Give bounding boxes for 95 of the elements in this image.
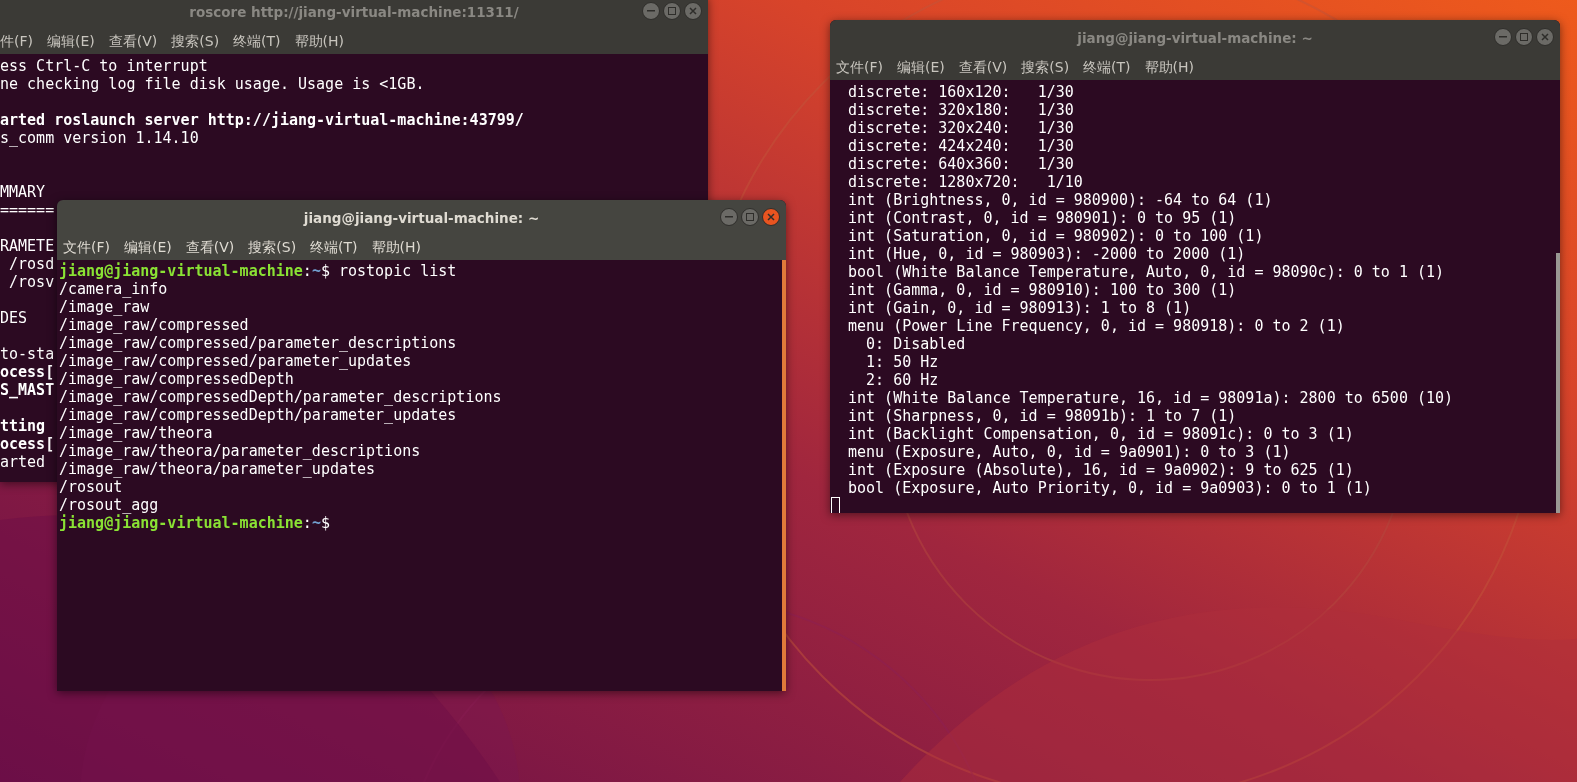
maximize-button[interactable] — [741, 208, 759, 226]
terminal-line: discrete: 640x360: 1/30 — [848, 155, 1074, 173]
minimize-icon — [725, 216, 733, 218]
menu-item[interactable]: 查看(V) — [958, 58, 1014, 77]
terminal-line: discrete: 320x180: 1/30 — [848, 101, 1074, 119]
terminal-line: /image_raw/theora/parameter_descriptions — [59, 442, 421, 460]
terminal-line: int (Gain, 0, id = 980913): 1 to 8 (1) — [848, 299, 1192, 317]
menu-item[interactable]: 件(F) — [0, 32, 39, 51]
maximize-button[interactable] — [1515, 28, 1533, 46]
terminal-line: bool (Exposure, Auto Priority, 0, id = 9a0903): 0 to 1 (1) — [848, 479, 1372, 497]
minimize-button[interactable] — [642, 2, 660, 20]
close-button[interactable] — [1536, 28, 1554, 46]
terminal-line: int (Gamma, 0, id = 980910): 100 to 300 (1) — [848, 281, 1237, 299]
terminal-line: tting — [0, 417, 46, 435]
terminal-line: ocess[ — [0, 435, 55, 453]
menu-item[interactable]: 编辑(E) — [124, 238, 178, 257]
scrollbar[interactable] — [782, 260, 786, 691]
terminal-line: /image_raw/compressedDepth — [59, 370, 294, 388]
terminal-line: MMARY — [0, 183, 46, 201]
minimize-button[interactable] — [1494, 28, 1512, 46]
terminal-line: discrete: 1280x720: 1/10 — [848, 173, 1083, 191]
terminal-line: int (Exposure (Absolute), 16, id = 9a0902): 9 to 625 (1) — [848, 461, 1354, 479]
close-icon — [689, 7, 697, 15]
terminal-line: ne checking log file disk usage. Usage is <1GB. — [0, 75, 425, 93]
minimize-icon — [1499, 36, 1507, 38]
terminal-line: /image_raw/compressed/parameter_updates — [59, 352, 412, 370]
terminal-line: int (Saturation, 0, id = 980902): 0 to 100 (1) — [848, 227, 1264, 245]
terminal-line: /image_raw/compressedDepth/parameter_descriptions — [59, 388, 502, 406]
terminal-line: s_comm version 1.14.10 — [0, 129, 199, 147]
terminal-line: /image_raw/compressed — [59, 316, 249, 334]
menu-item[interactable]: 文件(F) — [836, 58, 889, 77]
menu-item[interactable]: 编辑(E) — [897, 58, 951, 77]
terminal-line: /image_raw — [59, 298, 150, 316]
terminal-line: /camera_info — [59, 280, 168, 298]
terminal-line: 2: 60 Hz — [865, 371, 939, 389]
terminal-line: discrete: 424x240: 1/30 — [848, 137, 1074, 155]
terminal-line: discrete: 320x240: 1/30 — [848, 119, 1074, 137]
maximize-icon — [668, 7, 676, 15]
terminal-line: ====== — [0, 201, 55, 219]
maximize-icon — [746, 213, 754, 221]
terminal-line: /image_raw/theora/parameter_updates — [59, 460, 376, 478]
close-button[interactable] — [762, 208, 780, 226]
terminal-line: /rosd — [8, 255, 55, 273]
terminal-line: /rosout — [59, 478, 123, 496]
close-icon — [767, 213, 775, 221]
menu-item[interactable]: 文件(F) — [63, 238, 116, 257]
maximize-icon — [1520, 33, 1528, 41]
terminal-line: /image_raw/compressedDepth/parameter_updates — [59, 406, 457, 424]
close-button[interactable] — [684, 2, 702, 20]
terminal-line: arted — [0, 453, 46, 471]
terminal-line: /image_raw/theora — [59, 424, 213, 442]
window-title: roscore http://jiang-virtual-machine:11311/ — [189, 3, 519, 20]
minimize-button[interactable] — [720, 208, 738, 226]
terminal-line: ocess[ — [0, 363, 55, 381]
terminal-line: int (Sharpness, 0, id = 98091b): 1 to 7 (1) — [848, 407, 1237, 425]
terminal-line: int (Hue, 0, id = 980903): -2000 to 2000 (1) — [848, 245, 1246, 263]
menu-item[interactable]: 搜索(S) — [1021, 58, 1076, 77]
terminal-line: int (Brightness, 0, id = 980900): -64 to 64 (1) — [848, 191, 1273, 209]
window-title: jiang@jiang-virtual-machine: ~ — [303, 209, 540, 226]
terminal-line: int (Backlight Compensation, 0, id = 98091c): 0 to 3 (1) — [848, 425, 1354, 443]
terminal-line: discrete: 160x120: 1/30 — [848, 83, 1074, 101]
menu-item[interactable]: 帮助(H) — [294, 32, 351, 51]
terminal-line: 0: Disabled — [865, 335, 966, 353]
scrollbar[interactable] — [1556, 253, 1560, 513]
terminal-line: to-sta — [0, 345, 55, 363]
terminal-line: /image_raw/compressed/parameter_descriptions — [59, 334, 457, 352]
terminal-line: int (Contrast, 0, id = 980901): 0 to 95 (1) — [848, 209, 1237, 227]
minimize-icon — [647, 10, 655, 12]
menu-item[interactable]: 终端(T) — [310, 238, 364, 257]
menu-item[interactable]: 帮助(H) — [371, 238, 428, 257]
terminal-line: DES — [0, 309, 28, 327]
close-icon — [1541, 33, 1549, 41]
prompt-line: jiang@jiang-virtual-machine:~$ — [59, 514, 330, 532]
terminal-line: /rosout_agg — [59, 496, 159, 514]
menu-item[interactable]: 终端(T) — [1083, 58, 1137, 77]
prompt-line: jiang@jiang-virtual-machine:~$ rostopic list — [59, 262, 457, 280]
terminal-line: menu (Power Line Frequency, 0, id = 980918): 0 to 2 (1) — [848, 317, 1345, 335]
terminal-line: bool (White Balance Temperature, Auto, 0, id = 98090c): 0 to 1 (1) — [848, 263, 1445, 281]
terminal-line: 1: 50 Hz — [865, 353, 939, 371]
menu-item[interactable]: 帮助(H) — [1144, 58, 1201, 77]
terminal-line: ess Ctrl-C to interrupt — [0, 57, 208, 75]
terminal-line: /rosv — [8, 273, 55, 291]
menu-item[interactable]: 终端(T) — [233, 32, 287, 51]
menu-item[interactable]: 查看(V) — [108, 32, 164, 51]
window-title: jiang@jiang-virtual-machine: ~ — [1077, 29, 1313, 46]
maximize-button[interactable] — [663, 2, 681, 20]
menu-item[interactable]: 编辑(E) — [47, 32, 101, 51]
menu-item[interactable]: 查看(V) — [185, 238, 241, 257]
terminal-line: RAMETE — [0, 237, 55, 255]
menu-item[interactable]: 搜索(S) — [248, 238, 303, 257]
terminal-line: int (White Balance Temperature, 16, id = 98091a): 2800 to 6500 (10) — [848, 389, 1454, 407]
terminal-line: menu (Exposure, Auto, 0, id = 9a0901): 0 to 3 (1) — [848, 443, 1291, 461]
menu-item[interactable]: 搜索(S) — [171, 32, 226, 51]
terminal-line: S_MAST — [0, 381, 55, 399]
terminal-line: arted roslaunch server http://jiang-virtual-machine:43799/ — [0, 111, 524, 129]
